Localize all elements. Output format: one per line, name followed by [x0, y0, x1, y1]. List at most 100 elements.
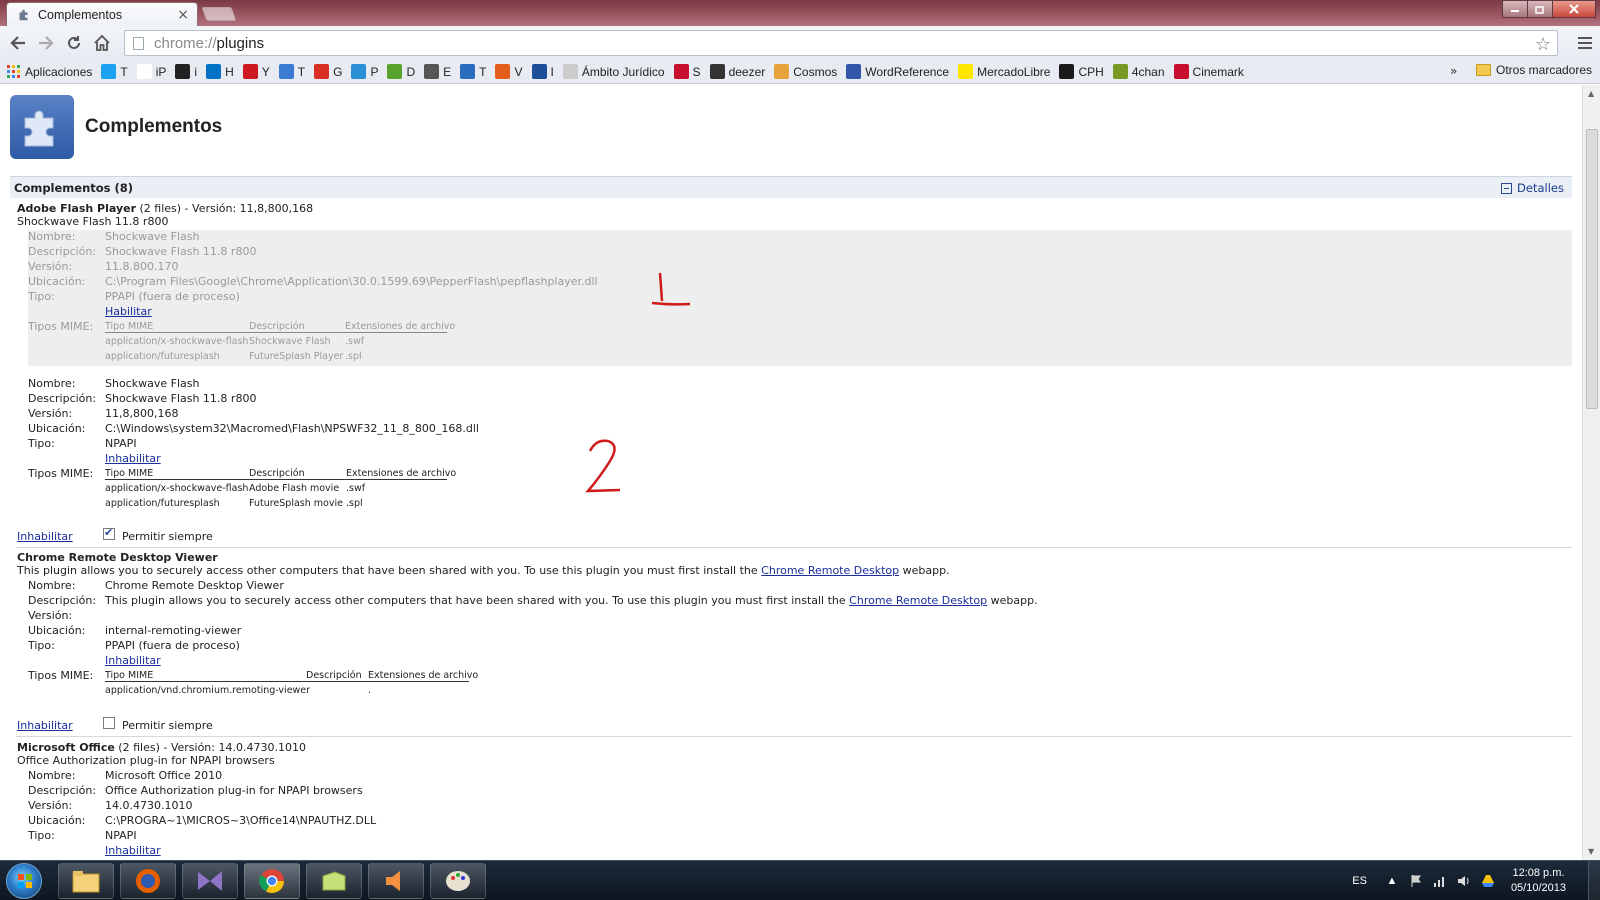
bookmark-favicon-icon	[351, 64, 367, 79]
bookmark-item[interactable]: Aplicaciones	[6, 64, 92, 79]
reload-button[interactable]	[60, 29, 88, 57]
chrome-menu-button[interactable]	[1578, 37, 1592, 52]
bookmark-label: i	[194, 64, 198, 79]
desc-text: webapp.	[899, 564, 950, 577]
minimize-button[interactable]	[1502, 0, 1528, 18]
bookmark-item[interactable]: Cosmos	[774, 64, 837, 79]
taskbar-visual-studio[interactable]	[182, 863, 238, 899]
bookmark-favicon-icon	[1173, 64, 1189, 79]
remote-desktop-link[interactable]: Chrome Remote Desktop	[761, 564, 899, 577]
office-disable-link[interactable]: Inhabilitar	[105, 844, 161, 857]
taskbar-chrome[interactable]	[244, 863, 300, 899]
bookmark-label: WordReference	[865, 64, 950, 79]
label-tipo: Tipo:	[28, 437, 55, 450]
action-center-flag-icon[interactable]	[1409, 874, 1423, 888]
bookmark-label: Y	[261, 64, 270, 79]
bookmark-favicon-icon	[175, 64, 191, 79]
scroll-up-icon[interactable]: ▲	[1588, 89, 1594, 98]
label-tipos-mime: Tipos MIME:	[28, 467, 94, 480]
address-bar[interactable]: chrome://plugins ☆	[124, 30, 1558, 56]
bookmark-item[interactable]: E	[424, 64, 451, 79]
bookmark-favicon-icon	[562, 64, 578, 79]
bookmark-item[interactable]: T	[278, 64, 305, 79]
close-window-button[interactable]	[1552, 0, 1596, 18]
bookmark-favicon-icon	[136, 64, 152, 79]
remote-desktop-link[interactable]: Chrome Remote Desktop	[849, 594, 987, 607]
tab-complementos[interactable]: Complementos ×	[6, 2, 198, 26]
remote-file-disable-link[interactable]: Inhabilitar	[105, 654, 161, 667]
windows-logo-icon	[18, 874, 32, 888]
label-tipos-mime: Tipos MIME:	[28, 669, 94, 682]
file2-disable-link[interactable]: Inhabilitar	[105, 452, 161, 465]
bookmark-label: Aplicaciones	[25, 64, 93, 79]
taskbar-folders[interactable]	[306, 863, 362, 899]
bookmark-item[interactable]: S	[673, 64, 701, 79]
taskbar-explorer[interactable]	[58, 863, 114, 899]
flash-always-allow-checkbox[interactable]	[103, 526, 115, 540]
vertical-scrollbar[interactable]: ▲ ▼	[1582, 85, 1600, 860]
taskbar-media[interactable]	[368, 863, 424, 899]
bookmark-item[interactable]: G	[314, 64, 342, 79]
bookmark-item[interactable]: T	[101, 64, 128, 79]
bookmark-item[interactable]: T	[460, 64, 486, 79]
bookmark-item[interactable]: i	[175, 64, 197, 79]
language-indicator[interactable]: ES	[1352, 875, 1367, 887]
folder-icon	[72, 871, 100, 893]
label-nombre: Nombre:	[28, 579, 76, 592]
clock-date: 05/10/2013	[1510, 882, 1566, 894]
bookmark-item[interactable]: Ámbito Jurídico	[562, 64, 665, 79]
bookmark-item[interactable]: Y	[242, 64, 270, 79]
minimize-icon	[1511, 10, 1519, 12]
back-button[interactable]	[4, 29, 32, 57]
start-button[interactable]	[6, 863, 42, 899]
bookmarks-overflow-chevron-icon[interactable]: »	[1450, 64, 1457, 78]
new-tab-button[interactable]	[201, 7, 237, 21]
google-drive-icon[interactable]	[1481, 874, 1495, 888]
mime-col-ext: Extensiones de archivo	[345, 321, 456, 332]
other-bookmarks-folder[interactable]: Otros marcadores	[1476, 63, 1592, 77]
tab-close-icon[interactable]: ×	[177, 7, 189, 23]
scrollbar-thumb[interactable]	[1586, 129, 1598, 409]
bookmark-item[interactable]: 4chan	[1112, 64, 1165, 79]
bookmark-item[interactable]: P	[351, 64, 378, 79]
file2-descripcion: Shockwave Flash 11.8 r800	[105, 392, 257, 405]
bookmark-item[interactable]: D	[387, 64, 415, 79]
volume-icon[interactable]	[1457, 874, 1471, 888]
bookmark-item[interactable]: MercadoLibre	[958, 64, 1050, 79]
mime-desc: FutureSplash movie	[249, 498, 343, 509]
bookmark-item[interactable]: deezer	[709, 64, 765, 79]
taskbar-firefox[interactable]	[120, 863, 176, 899]
bookmark-item[interactable]: WordReference	[846, 64, 949, 79]
show-desktop-button[interactable]	[1588, 861, 1600, 900]
taskbar-paint[interactable]	[430, 863, 486, 899]
bookmark-star-icon[interactable]: ☆	[1535, 34, 1551, 55]
mime-type: application/futuresplash	[105, 498, 220, 509]
remote-always-allow-checkbox[interactable]	[103, 717, 115, 729]
flash-disable-link[interactable]: Inhabilitar	[17, 530, 73, 543]
bookmark-item[interactable]: CPH	[1059, 64, 1104, 79]
mime-type: application/x-shockwave-flash	[105, 336, 249, 347]
bookmark-item[interactable]: Cinemark	[1173, 64, 1244, 79]
mime-table-header: Tipo MIME Descripción Extensiones de archi…	[105, 321, 455, 333]
show-hidden-icons-icon[interactable]: ▲	[1385, 874, 1399, 888]
home-button[interactable]	[88, 29, 116, 57]
clock[interactable]: 12:08 p.m. 05/10/2013	[1511, 866, 1566, 896]
plugin-remote-subtitle: This plugin allows you to securely acces…	[17, 564, 950, 577]
bookmark-item[interactable]: V	[495, 64, 523, 79]
office-nombre: Microsoft Office 2010	[105, 769, 223, 782]
forward-button[interactable]	[32, 29, 60, 57]
bookmark-label: V	[514, 64, 523, 79]
mime-type: application/futuresplash	[105, 351, 220, 362]
bookmark-label: T	[120, 64, 128, 79]
scroll-down-icon[interactable]: ▼	[1588, 847, 1594, 856]
bookmark-item[interactable]: I	[531, 64, 554, 79]
bookmark-item[interactable]: H	[206, 64, 234, 79]
network-icon[interactable]	[1433, 874, 1447, 888]
maximize-button[interactable]	[1527, 0, 1553, 18]
file1-enable-link[interactable]: Habilitar	[105, 305, 152, 318]
details-toggle[interactable]: Detalles	[1501, 181, 1564, 195]
bookmark-item[interactable]: iP	[136, 64, 166, 79]
label-ubicacion: Ubicación:	[28, 275, 86, 288]
remote-disable-link[interactable]: Inhabilitar	[17, 719, 73, 732]
table-row: application/futuresplash FutureSplash Pla…	[105, 351, 362, 362]
